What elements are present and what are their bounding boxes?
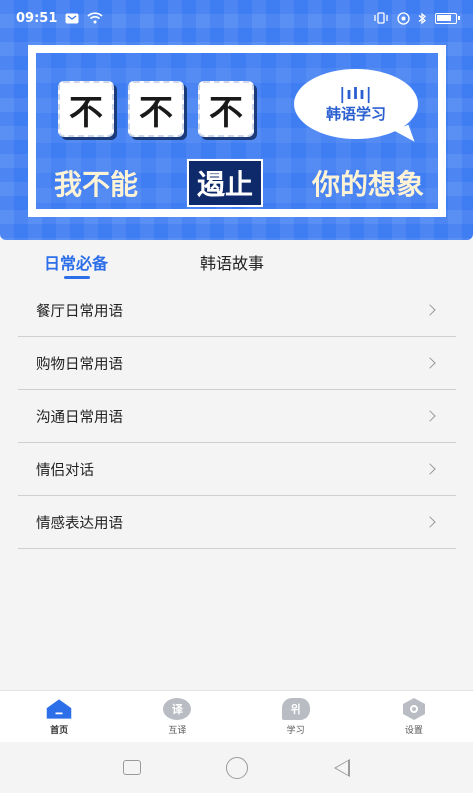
translate-icon: 译 [163,697,192,720]
list-item[interactable]: 情侣对话 [18,443,456,496]
banner-card[interactable]: 不 不 不 |ılı| 韩语学习 我不能 遏止 你的想象 [28,45,446,217]
banner-tile: 不 [128,81,184,137]
list-item[interactable]: 餐厅日常用语 [18,284,456,337]
home-icon [45,698,73,720]
chevron-right-icon [424,463,436,475]
nav-home[interactable]: 首页 [0,691,118,742]
banner-tile: 不 [198,81,254,137]
tab-korean-stories[interactable]: 韩语故事 [200,250,264,274]
settings-icon [400,697,428,720]
chevron-right-icon [424,357,436,369]
nav-label: 互译 [168,725,187,736]
chevron-right-icon [424,304,436,316]
banner-slogan: 我不能 遏止 你的想象 [54,159,424,207]
vibrate-icon [374,12,388,24]
app-screen: 09:51 不 不 不 |ılı| 韩语学习 我不能 遏止 你的想象 日常必备 … [0,0,473,793]
category-tabs: 日常必备 韩语故事 [0,240,473,284]
slogan-part: 我不能 [54,168,139,201]
list-item[interactable]: 情感表达用语 [18,496,456,549]
recent-apps-icon[interactable] [122,760,141,775]
tab-daily-essentials[interactable]: 日常必备 [44,250,108,274]
bottom-navigation: 首页 译 互译 위 学习 设置 [0,690,473,742]
nav-label: 学习 [286,725,305,736]
bluetooth-icon [418,12,427,24]
list-item-label: 沟通日常用语 [36,409,123,426]
study-icon: 위 [281,697,310,720]
list-item[interactable]: 购物日常用语 [18,337,456,390]
list-item-label: 餐厅日常用语 [36,303,123,320]
message-icon [65,13,79,23]
header-banner: 09:51 不 不 不 |ılı| 韩语学习 我不能 遏止 你的想象 [0,0,473,240]
nav-study[interactable]: 위 学习 [237,691,355,742]
phrase-category-list: 餐厅日常用语 购物日常用语 沟通日常用语 情侣对话 情感表达用语 [18,284,456,549]
hotspot-icon [397,11,410,25]
nav-label: 首页 [50,725,69,736]
speech-bubble: |ılı| 韩语学习 [294,69,418,139]
nav-label: 设置 [404,725,423,736]
wifi-icon [87,12,103,24]
list-item-label: 情感表达用语 [36,515,123,532]
status-bar: 09:51 [0,0,473,36]
bubble-text: 韩语学习 [325,104,386,123]
active-tab-indicator [64,276,90,279]
nav-settings[interactable]: 设置 [355,691,473,742]
banner-tile: 不 [58,81,114,137]
slogan-part: 你的想象 [311,168,424,201]
home-button-icon[interactable] [226,756,249,779]
sound-bars-icon: |ılı| [339,83,373,103]
nav-translate[interactable]: 译 互译 [118,691,236,742]
list-item-label: 情侣对话 [36,462,94,479]
system-navigation-bar [0,742,473,793]
chevron-right-icon [424,410,436,422]
back-icon[interactable] [334,758,351,777]
slogan-highlight: 遏止 [186,159,263,207]
chevron-right-icon [424,516,436,528]
list-item[interactable]: 沟通日常用语 [18,390,456,443]
status-time: 09:51 [16,10,58,26]
battery-icon [435,12,460,24]
list-item-label: 购物日常用语 [36,356,123,373]
